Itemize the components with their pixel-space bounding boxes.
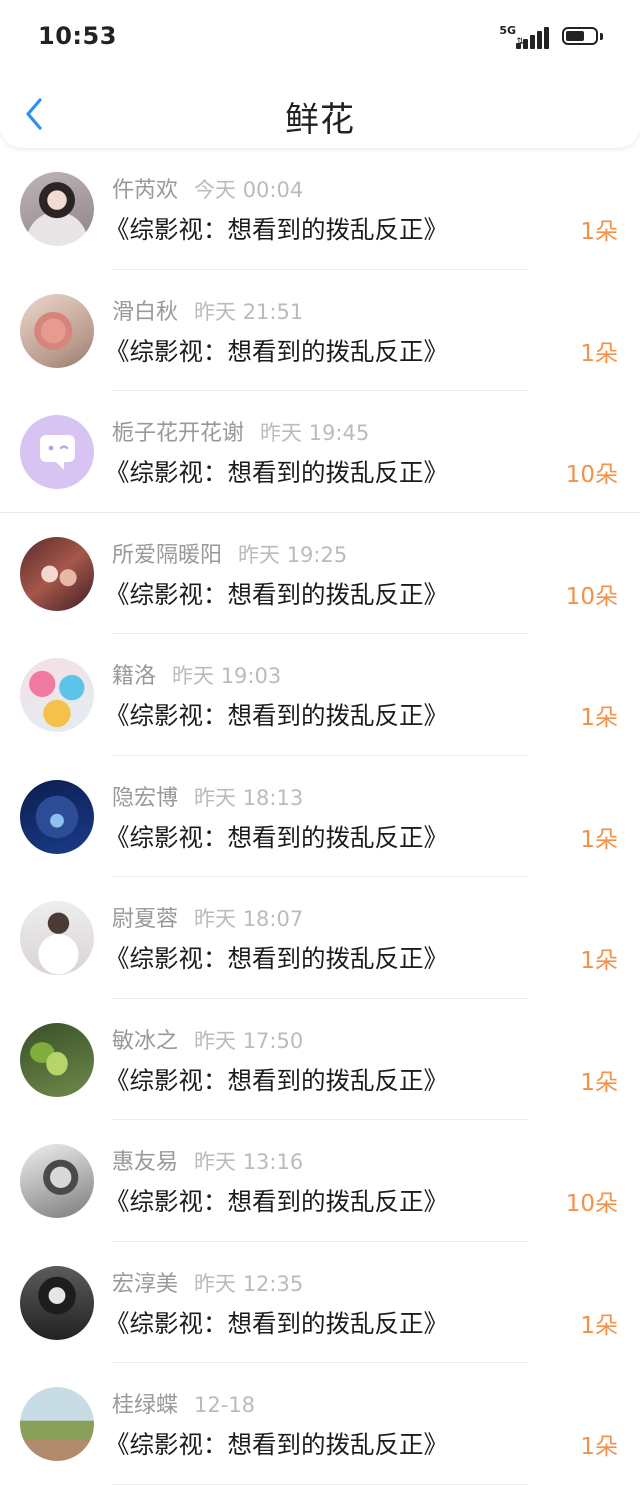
flower-list-item[interactable]: 隐宏博 昨天 18:13 《综影视：想看到的拨乱反正》 1朵 <box>0 756 640 877</box>
book-title: 《综影视：想看到的拨乱反正》 <box>105 579 448 609</box>
flower-list-item[interactable]: 仵芮欢 今天 00:04 《综影视：想看到的拨乱反正》 1朵 <box>0 148 640 270</box>
sender-name-text: 仵芮欢 <box>112 178 179 203</box>
flower-count: 10朵 <box>565 583 618 610</box>
sender-name-text: 桂绿蝶 <box>112 1393 179 1418</box>
sender-name-text: 惠友易 <box>112 1150 179 1175</box>
sender-name: 敏冰之 昨天 17:50 <box>112 1023 303 1055</box>
book-title: 《综影视：想看到的拨乱反正》 <box>105 1430 448 1459</box>
sent-time: 昨天 17:50 <box>194 1028 304 1053</box>
network-label: 5G <box>499 24 516 37</box>
flower-count: 1朵 <box>580 705 618 731</box>
flower-list-item[interactable]: 尉夏蓉 昨天 18:07 《综影视：想看到的拨乱反正》 1朵 <box>0 877 640 999</box>
avatar[interactable] <box>20 658 94 732</box>
sender-name: 滑白秋 昨天 21:51 <box>112 294 303 326</box>
top-bar: 10:53 5G ⇅ 鲜花 <box>0 0 640 148</box>
flower-count: 1朵 <box>580 1312 618 1339</box>
sent-time: 今天 00:04 <box>194 178 304 202</box>
flower-count: 1朵 <box>580 1069 618 1096</box>
flower-count: 10朵 <box>565 462 618 488</box>
sender-name: 所爱隔暖阳 昨天 19:25 <box>112 537 347 569</box>
book-title: 《综影视：想看到的拨乱反正》 <box>105 944 448 973</box>
flower-list-item[interactable]: 敏冰之 昨天 17:50 《综影视：想看到的拨乱反正》 1朵 <box>0 999 640 1120</box>
signal-icon <box>516 27 552 49</box>
avatar[interactable] <box>20 1144 94 1218</box>
book-title: 《综影视：想看到的拨乱反正》 <box>105 458 448 487</box>
flower-list-item[interactable]: 栀子花开花谢 昨天 19:45 《综影视：想看到的拨乱反正》 10朵 <box>0 391 640 513</box>
sender-name: 桂绿蝶 12-18 <box>112 1387 255 1419</box>
flower-list-item[interactable]: 宏淳美 昨天 12:35 《综影视：想看到的拨乱反正》 1朵 <box>0 1242 640 1363</box>
status-time: 10:53 <box>38 22 117 50</box>
sent-time: 昨天 18:13 <box>194 785 304 810</box>
book-title: 《综影视：想看到的拨乱反正》 <box>105 822 448 852</box>
flower-count: 1朵 <box>580 948 618 974</box>
book-title: 《综影视：想看到的拨乱反正》 <box>105 1065 448 1095</box>
sender-name-text: 栀子花开花谢 <box>112 421 245 446</box>
battery-icon <box>562 27 603 45</box>
sender-name-text: 隐宏博 <box>112 785 179 811</box>
sent-time: 昨天 19:25 <box>238 542 348 567</box>
flower-count: 1朵 <box>580 826 618 853</box>
avatar[interactable] <box>20 172 94 246</box>
sender-name: 惠友易 昨天 13:16 <box>112 1144 303 1176</box>
page-title: 鲜花 <box>285 100 355 140</box>
row-divider <box>112 1483 528 1485</box>
flower-count: 1朵 <box>580 340 618 367</box>
flower-list-item[interactable]: 滑白秋 昨天 21:51 《综影视：想看到的拨乱反正》 1朵 <box>0 270 640 391</box>
sender-name-text: 滑白秋 <box>112 299 179 325</box>
flower-count: 1朵 <box>580 219 618 245</box>
sent-time: 昨天 18:07 <box>194 907 304 931</box>
sender-name: 宏淳美 昨天 12:35 <box>112 1266 303 1298</box>
book-title: 《综影视：想看到的拨乱反正》 <box>105 1187 448 1216</box>
avatar[interactable] <box>20 293 94 368</box>
book-title: 《综影视：想看到的拨乱反正》 <box>105 336 448 366</box>
sender-name: 仵芮欢 今天 00:04 <box>112 172 303 204</box>
flower-count: 1朵 <box>580 1434 618 1460</box>
flower-list: 仵芮欢 今天 00:04 《综影视：想看到的拨乱反正》 1朵 滑白秋 昨天 21:51 《综… <box>0 148 640 1485</box>
avatar[interactable] <box>20 1387 94 1461</box>
sender-name-text: 所爱隔暖阳 <box>112 542 223 568</box>
sender-name: 栀子花开花谢 昨天 19:45 <box>112 415 369 447</box>
avatar[interactable] <box>20 536 94 611</box>
avatar[interactable] <box>20 1265 94 1340</box>
battery-level <box>566 31 584 41</box>
sender-name: 隐宏博 昨天 18:13 <box>112 780 303 812</box>
flower-list-item[interactable]: 籍洛 昨天 19:03 《综影视：想看到的拨乱反正》 1朵 <box>0 634 640 756</box>
book-title: 《综影视：想看到的拨乱反正》 <box>105 1308 448 1338</box>
avatar[interactable] <box>20 415 94 489</box>
avatar[interactable] <box>20 1022 94 1097</box>
sent-time: 12-18 <box>194 1393 256 1417</box>
sender-name: 尉夏蓉 昨天 18:07 <box>112 901 303 933</box>
avatar[interactable] <box>20 901 94 975</box>
sent-time: 昨天 19:03 <box>172 664 282 688</box>
sent-time: 昨天 12:35 <box>194 1271 304 1296</box>
sender-name-text: 敏冰之 <box>112 1028 179 1054</box>
flower-list-item[interactable]: 所爱隔暖阳 昨天 19:25 《综影视：想看到的拨乱反正》 10朵 <box>0 513 640 634</box>
sent-time: 昨天 21:51 <box>194 299 304 324</box>
sent-time: 昨天 19:45 <box>260 421 370 445</box>
flower-list-item[interactable]: 桂绿蝶 12-18 《综影视：想看到的拨乱反正》 1朵 <box>0 1363 640 1485</box>
avatar[interactable] <box>20 779 94 854</box>
flower-list-item[interactable]: 惠友易 昨天 13:16 《综影视：想看到的拨乱反正》 10朵 <box>0 1120 640 1242</box>
book-title: 《综影视：想看到的拨乱反正》 <box>105 701 448 730</box>
default-avatar-icon <box>40 435 75 470</box>
flower-count: 10朵 <box>565 1191 618 1217</box>
book-title: 《综影视：想看到的拨乱反正》 <box>105 215 448 244</box>
sender-name-text: 宏淳美 <box>112 1271 179 1297</box>
sender-name-text: 尉夏蓉 <box>112 907 179 932</box>
sender-name-text: 籍洛 <box>112 664 157 689</box>
sender-name: 籍洛 昨天 19:03 <box>112 658 281 690</box>
sent-time: 昨天 13:16 <box>194 1150 304 1174</box>
